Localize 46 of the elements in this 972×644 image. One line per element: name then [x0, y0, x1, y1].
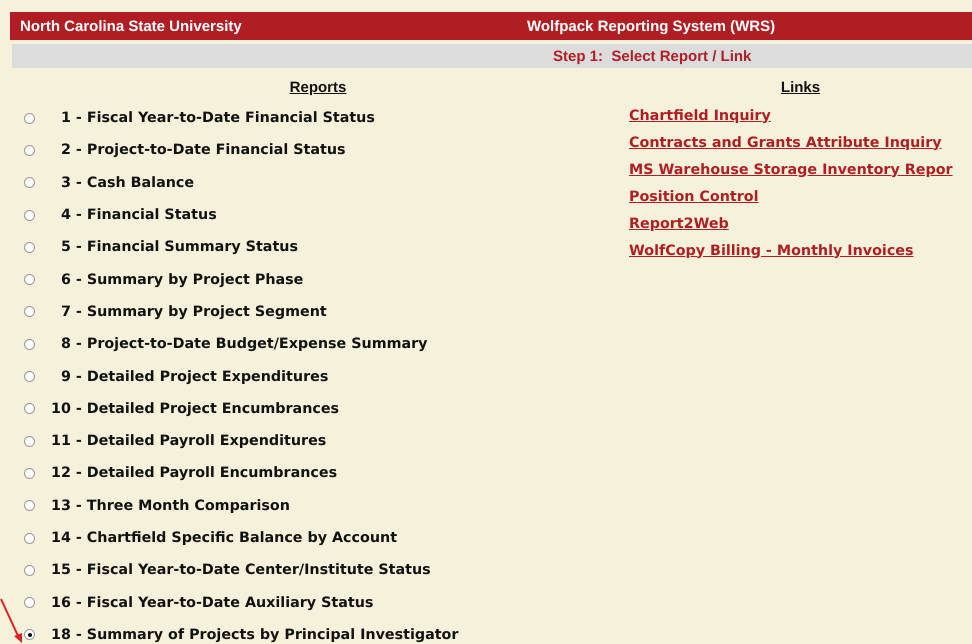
radio-button[interactable]	[24, 468, 35, 479]
report-label: 18 - Summary of Projects by Principal Investigator	[51, 626, 458, 643]
report-label: 4 - Financial Status	[61, 207, 217, 224]
report-label: 14 - Chartfield Specific Balance by Account	[51, 530, 398, 546]
links-heading: Links	[780, 79, 820, 96]
report-label: 6 - Summary by Project Phase	[61, 272, 304, 288]
radio-button[interactable]	[24, 371, 35, 382]
report-label: 16 - Fiscal Year-to-Date Auxiliary Status	[51, 594, 374, 611]
radio-button[interactable]	[24, 597, 35, 608]
report-link[interactable]: Contracts and Grants Attribute Inquiry	[629, 134, 942, 150]
radio-button[interactable]	[24, 338, 35, 350]
radio-button[interactable]	[24, 144, 35, 156]
system-title: Wolfpack Reporting System (WRS)	[527, 18, 776, 34]
radio-button[interactable]	[24, 210, 35, 221]
report-label: 2 - Project-to-Date Financial Status	[61, 142, 346, 158]
report-label: 7 - Summary by Project Segment	[61, 304, 327, 320]
annotation-arrow	[0, 598, 24, 644]
report-link[interactable]: Position Control	[629, 188, 759, 204]
report-label: 9 - Detailed Project Expenditures	[61, 368, 328, 385]
radio-button[interactable]	[24, 177, 35, 188]
radio-button[interactable]	[24, 436, 35, 447]
radio-button[interactable]	[24, 242, 35, 253]
radio-button[interactable]	[24, 306, 35, 318]
radio-button[interactable]	[24, 564, 35, 576]
report-link[interactable]: Report2Web	[629, 216, 729, 232]
report-label: 13 - Three Month Comparison	[51, 498, 290, 514]
report-label: 11 - Detailed Payroll Expenditures	[51, 433, 326, 450]
report-link[interactable]: MS Warehouse Storage Inventory Repor	[629, 162, 953, 178]
report-label: 1 - Fiscal Year-to-Date Financial Status	[61, 110, 375, 126]
report-label: 8 - Project-to-Date Budget/Expense Summary	[61, 336, 428, 352]
report-label: 15 - Fiscal Year-to-Date Center/Institute Status	[51, 562, 431, 578]
step-title: Step 1: Select Report / Link	[553, 48, 752, 64]
report-link[interactable]: Chartfield Inquiry	[629, 108, 771, 124]
radio-button[interactable]	[24, 112, 35, 124]
report-link[interactable]: WolfCopy Billing - Monthly Invoices	[629, 242, 914, 258]
radio-button[interactable]	[24, 629, 35, 640]
report-label: 5 - Financial Summary Status	[61, 239, 298, 256]
reports-heading: Reports	[290, 79, 346, 96]
radio-button[interactable]	[24, 274, 35, 286]
report-label: 10 - Detailed Project Encumbrances	[51, 400, 340, 417]
report-label: 3 - Cash Balance	[61, 174, 194, 191]
institution-title: North Carolina State University	[20, 18, 243, 34]
radio-button[interactable]	[24, 500, 35, 512]
radio-button[interactable]	[24, 532, 35, 544]
radio-button[interactable]	[24, 403, 35, 414]
report-label: 12 - Detailed Payroll Encumbrances	[51, 465, 338, 482]
